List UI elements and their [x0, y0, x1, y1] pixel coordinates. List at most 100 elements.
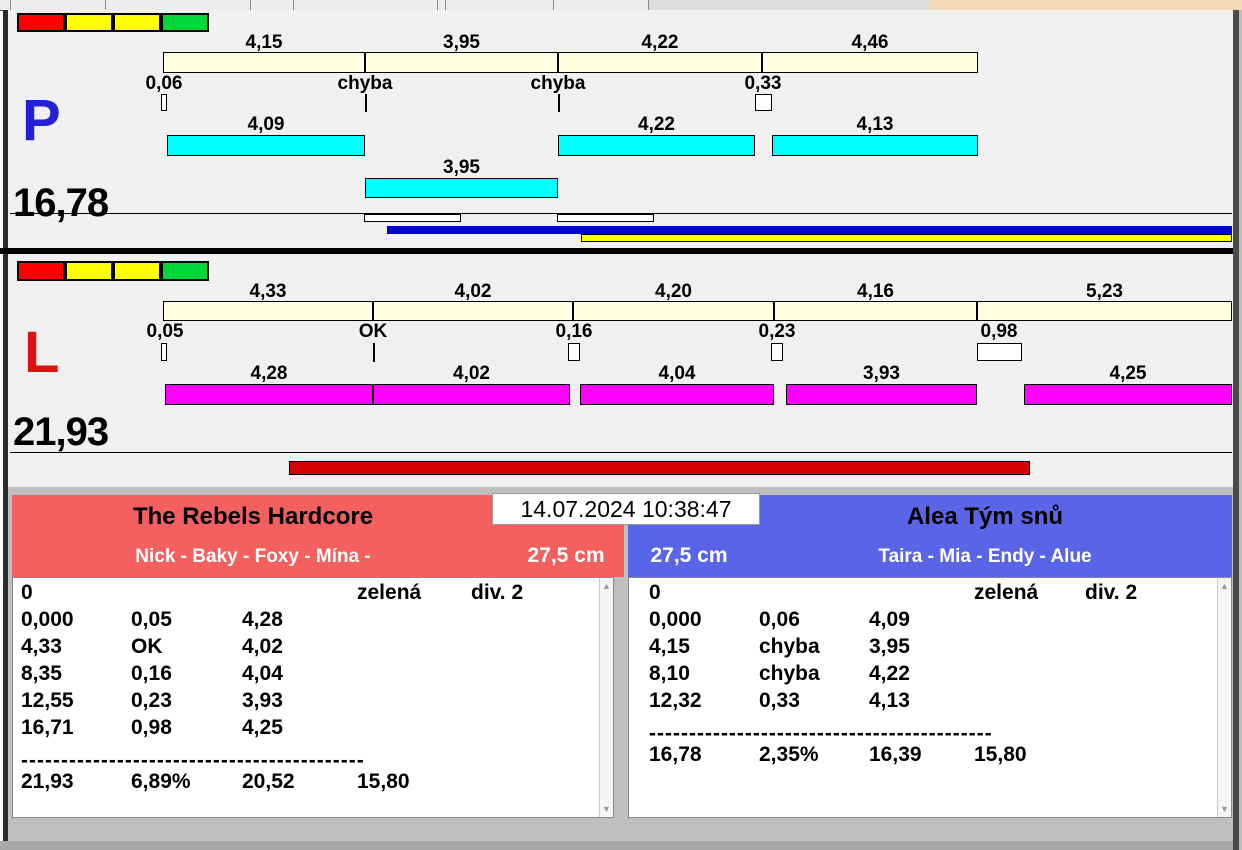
split-segment [558, 52, 762, 73]
pass-marker-box [771, 343, 783, 361]
split-segment [977, 301, 1232, 321]
pass-marker-box [977, 343, 1022, 361]
table-cell: zelená [357, 581, 422, 604]
dog-time-label: 4,22 [638, 114, 675, 135]
pass-tick [558, 94, 560, 112]
status-light [161, 261, 209, 281]
table-cell: 0,000 [21, 608, 74, 631]
dog-time-bar [558, 135, 755, 156]
split-segment [774, 301, 977, 321]
scroll-up-icon[interactable]: ▲ [600, 579, 613, 593]
table-cell: chyba [759, 635, 820, 658]
table-cell: 16,71 [21, 716, 74, 739]
lane-L-total-time: 21,93 [13, 410, 109, 454]
table-cell: 0,06 [759, 608, 800, 631]
dog-time-bar [772, 135, 978, 156]
pass-time-label: 0,06 [145, 73, 183, 94]
status-light [161, 13, 209, 32]
table-cell: 3,93 [242, 689, 283, 712]
table-cell: OK [131, 635, 163, 658]
left-table-scrollbar[interactable]: ▲ ▼ [599, 578, 613, 817]
split-time-label: 4,22 [641, 32, 679, 53]
dog-time-bar [365, 178, 558, 198]
scroll-down-icon[interactable]: ▼ [600, 802, 613, 816]
table-cell: 0,16 [131, 662, 172, 685]
split-segment [573, 301, 774, 321]
table-cell: 12,32 [649, 689, 702, 712]
pass-time-label: 0,05 [146, 321, 184, 342]
lane-P-label: P [22, 88, 61, 153]
table-cell: 21,93 [21, 770, 74, 793]
results-table-left[interactable]: 0 zelená div. 2 0,000 0,05 4,28 4,33 OK 4,02 8,35… [12, 577, 614, 818]
table-cell: 0,000 [649, 608, 702, 631]
table-cell: 8,10 [649, 662, 690, 685]
progress-stripe [581, 234, 1232, 242]
results-table-right[interactable]: 0 zelená div. 2 0,000 0,06 4,09 4,15 chyba 3,95 8… [628, 577, 1232, 818]
dog-time-label: 4,28 [250, 363, 288, 384]
table-cell: 8,35 [21, 662, 62, 685]
table-cell: 4,09 [869, 608, 910, 631]
dog-time-label: 3,95 [443, 157, 480, 178]
table-cell: 0,33 [759, 689, 800, 712]
dog-time-bar [165, 384, 373, 405]
pass-marker-box [568, 343, 580, 361]
split-time-label: 3,95 [443, 32, 480, 53]
table-cell: chyba [759, 662, 820, 685]
pass-tick [365, 94, 367, 112]
dog-time-label: 4,13 [856, 114, 894, 135]
table-cell: 15,80 [357, 770, 410, 793]
datetime-display: 14.07.2024 10:38:47 [492, 493, 760, 525]
table-cell: 4,33 [21, 635, 62, 658]
pass-marker-box [755, 94, 772, 111]
pass-time-label: 0,33 [744, 73, 782, 94]
status-light [17, 261, 65, 281]
table-divider-row: ----------------------------------------… [21, 749, 365, 772]
dog-time-label: 4,25 [1109, 363, 1147, 384]
dog-time-label: 3,93 [863, 363, 900, 384]
split-time-label: 4,16 [857, 281, 894, 302]
status-light [65, 13, 113, 32]
table-cell: 16,39 [869, 743, 922, 766]
lane-separator [0, 248, 1238, 254]
status-light [17, 13, 65, 32]
pass-tick [373, 343, 375, 362]
progress-stripe [364, 214, 461, 222]
status-light [113, 261, 161, 281]
window-bottom-bar [0, 841, 1242, 850]
team-left-name: The Rebels Hardcore [132, 503, 374, 530]
progress-stripe [289, 461, 1030, 475]
table-cell: 4,02 [242, 635, 283, 658]
pass-marker-box [161, 94, 167, 111]
timing-app-window: P 16,78 4,15 3,95 4,22 4,46 0,06 chyba chyba 0,33… [0, 0, 1242, 850]
table-cell: 15,80 [974, 743, 1027, 766]
split-segment [163, 301, 373, 321]
scroll-up-icon[interactable]: ▲ [1218, 579, 1231, 593]
table-cell: 4,28 [242, 608, 283, 631]
table-cell: 12,55 [21, 689, 74, 712]
split-time-label: 4,15 [245, 32, 283, 53]
table-cell: 6,89% [131, 770, 191, 793]
table-cell: 0,98 [131, 716, 172, 739]
split-segment [373, 301, 573, 321]
pass-marker-box [161, 343, 167, 361]
table-cell: 0 [21, 581, 33, 604]
table-cell: 16,78 [649, 743, 702, 766]
table-cell: 4,25 [242, 716, 283, 739]
pass-time-label: 0,98 [980, 321, 1018, 342]
team-left-members: Nick - Baky - Foxy - Mína - [135, 546, 371, 567]
table-cell: 4,04 [242, 662, 283, 685]
right-table-scrollbar[interactable]: ▲ ▼ [1217, 578, 1231, 817]
pass-time-label: chyba [337, 73, 393, 94]
table-cell: 3,95 [869, 635, 910, 658]
table-cell: zelená [974, 581, 1039, 604]
dog-time-bar [580, 384, 774, 405]
dog-time-bar [373, 384, 570, 405]
table-cell: 4,22 [869, 662, 910, 685]
pass-time-label: OK [358, 321, 388, 342]
scroll-down-icon[interactable]: ▼ [1218, 802, 1231, 816]
split-time-label: 4,33 [249, 281, 287, 302]
pass-time-label: 0,23 [758, 321, 796, 342]
table-cell: div. 2 [1085, 581, 1138, 604]
split-segment [762, 52, 978, 73]
pass-time-label: chyba [530, 73, 586, 94]
